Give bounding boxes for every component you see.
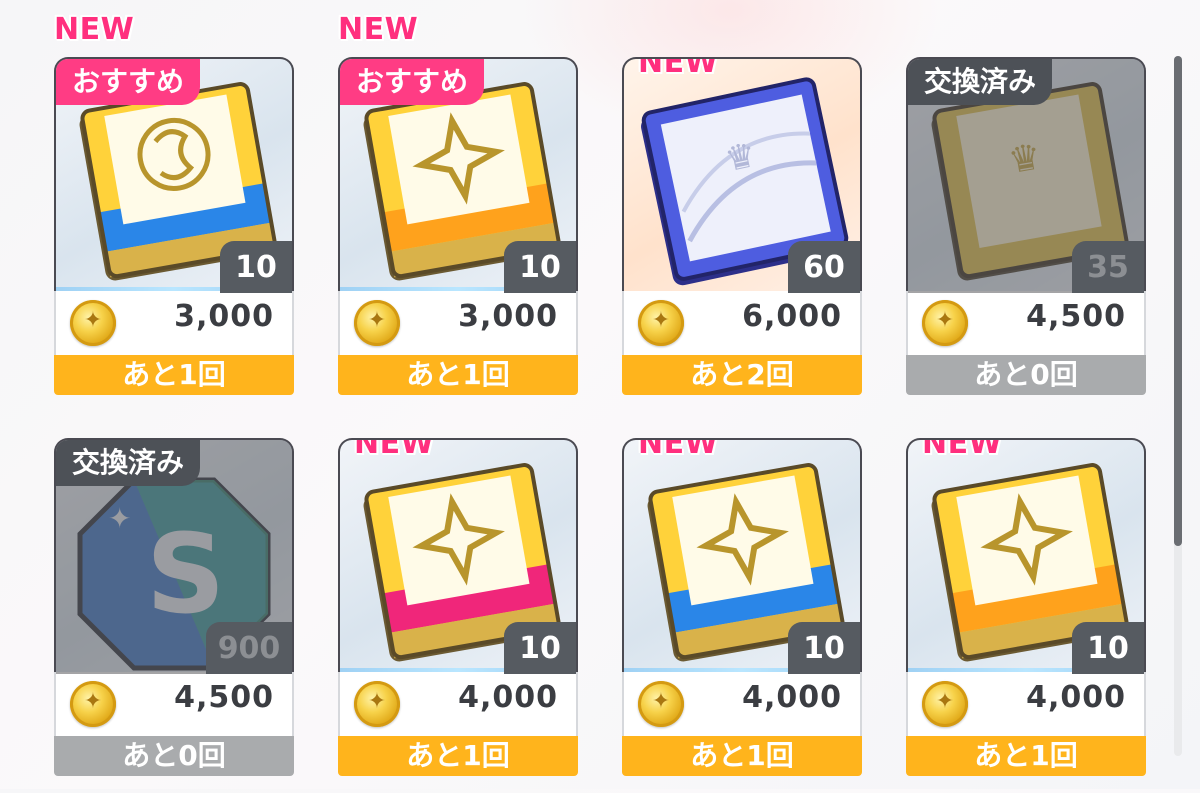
gold-coin-icon (638, 681, 684, 727)
gold-coin-icon (354, 681, 400, 727)
new-badge: NEW (338, 12, 419, 47)
shop-item-card[interactable]: NEW 10 4,000 あと1回 (906, 438, 1146, 793)
remaining-count: あと1回 (338, 736, 578, 776)
item-image: 交換済み ♛ 35 (906, 57, 1146, 293)
scrollbar-thumb[interactable] (1174, 56, 1182, 546)
price-row: 4,000 (906, 672, 1146, 736)
remaining-count: あと1回 (338, 355, 578, 395)
item-image: おすすめ 10 (338, 57, 578, 293)
gold-coin-icon (354, 300, 400, 346)
shop-item-card[interactable]: NEW おすすめ 10 3,000 あと1回 (54, 12, 294, 412)
price: 6,000 (742, 299, 842, 334)
item-image: NEW ♛ 60 (622, 57, 862, 293)
price-row: 3,000 (54, 291, 294, 355)
gold-coin-icon (70, 300, 116, 346)
price: 4,500 (174, 680, 274, 715)
remaining-count: あと2回 (622, 355, 862, 395)
quantity-badge: 10 (504, 241, 576, 293)
item-image: 交換済み S ✦ ✦ 900 (54, 438, 294, 674)
remaining-count: あと1回 (906, 736, 1146, 776)
remaining-count: あと1回 (622, 736, 862, 776)
price-row: 6,000 (622, 291, 862, 355)
shop-item-card[interactable]: NEW 10 4,000 あと1回 (622, 438, 862, 793)
price-row: 4,000 (338, 672, 578, 736)
price-row: 3,000 (338, 291, 578, 355)
remaining-count: あと1回 (54, 355, 294, 395)
quantity-badge: 60 (788, 241, 860, 293)
price: 4,500 (1026, 299, 1126, 334)
price: 3,000 (458, 299, 558, 334)
price: 4,000 (742, 680, 842, 715)
price-row: 4,500 (54, 672, 294, 736)
quantity-badge: 10 (788, 622, 860, 674)
price-row: 4,500 (906, 291, 1146, 355)
item-image: NEW 10 (338, 438, 578, 674)
shop-item-card[interactable]: 交換済み ♛ 35 4,500 あと0回 (906, 57, 1146, 412)
exchanged-ribbon: 交換済み (908, 59, 1053, 105)
new-badge: NEW (638, 438, 719, 461)
shop-item-card[interactable]: NEW ♛ 60 6,000 あと2回 (622, 57, 862, 412)
quantity-badge: 10 (220, 241, 292, 293)
gold-coin-icon (922, 681, 968, 727)
recommend-ribbon: おすすめ (56, 59, 201, 105)
remaining-count: あと0回 (54, 736, 294, 776)
price: 4,000 (1026, 680, 1126, 715)
item-image: おすすめ 10 (54, 57, 294, 293)
new-badge: NEW (922, 438, 1003, 461)
gold-coin-icon (922, 300, 968, 346)
recommend-ribbon: おすすめ (340, 59, 485, 105)
quantity-badge: 10 (1072, 622, 1144, 674)
shop-item-card[interactable]: 交換済み S ✦ ✦ 900 4,500 あと0回 (54, 438, 294, 793)
exchanged-ribbon: 交換済み (56, 440, 201, 486)
item-image: NEW 10 (906, 438, 1146, 674)
price-row: 4,000 (622, 672, 862, 736)
quantity-badge: 900 (206, 622, 292, 674)
new-badge: NEW (354, 438, 435, 461)
gold-coin-icon (70, 681, 116, 727)
shop-item-card[interactable]: NEW おすすめ 10 3,000 あと1回 (338, 12, 578, 412)
price: 4,000 (458, 680, 558, 715)
quantity-badge: 10 (504, 622, 576, 674)
gold-coin-icon (638, 300, 684, 346)
new-badge: NEW (638, 57, 719, 80)
remaining-count: あと0回 (906, 355, 1146, 395)
quantity-badge: 35 (1072, 241, 1144, 293)
new-badge: NEW (54, 12, 135, 47)
item-image: NEW 10 (622, 438, 862, 674)
price: 3,000 (174, 299, 274, 334)
shop-item-card[interactable]: NEW 10 4,000 あと1回 (338, 438, 578, 793)
